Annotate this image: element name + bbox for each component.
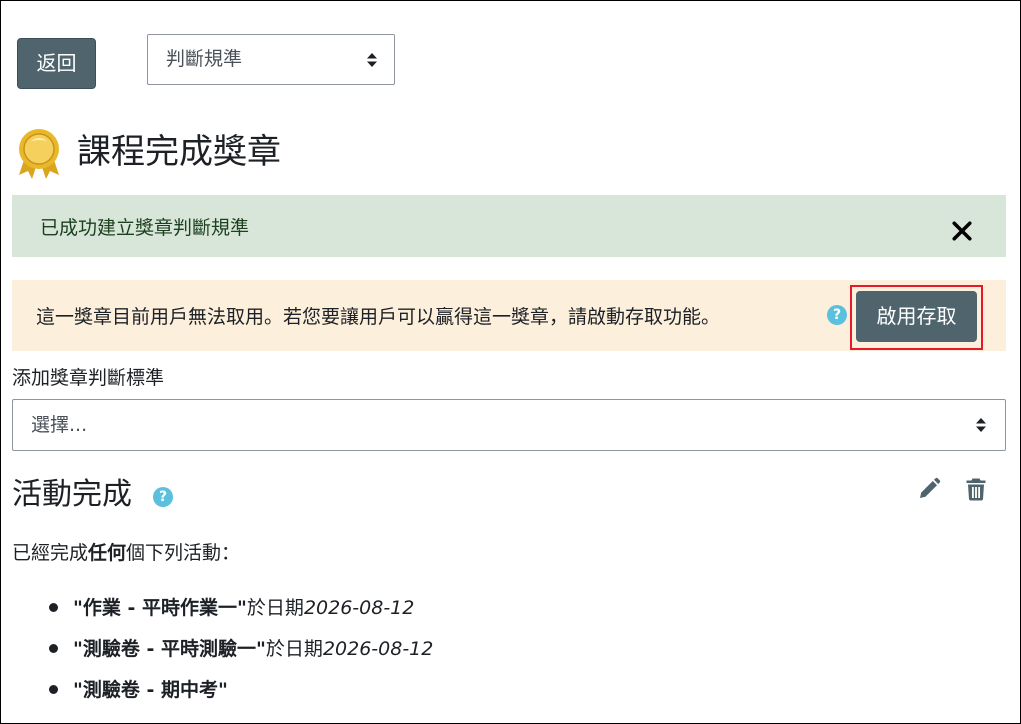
criteria-description: 已經完成任何個下列活動：	[12, 538, 240, 565]
success-alert: 已成功建立獎章判斷規準	[12, 195, 1006, 257]
bullet	[49, 685, 58, 694]
page-frame: 返回 判斷規準 課程完成獎章 已成功建立獎章判斷規準 這一獎章目前用戶無法取用。…	[0, 0, 1021, 724]
activity-date: 2026-08-12	[303, 597, 415, 619]
criteria-select[interactable]: 判斷規準	[147, 34, 395, 85]
activity-name: "作業 - 平時作業一"	[73, 597, 247, 619]
list-item-content: "測驗卷 - 期中考"	[73, 673, 228, 707]
add-criteria-label: 添加獎章判斷標準	[12, 367, 165, 389]
list-item-content: "作業 - 平時作業一"於日期2026-08-12	[73, 591, 414, 625]
desc-emphasis: 任何	[88, 542, 127, 564]
list-item-content: "測驗卷 - 平時測驗一"於日期2026-08-12	[73, 632, 433, 666]
section-title: 活動完成	[12, 477, 132, 512]
trash-icon[interactable]	[965, 477, 987, 501]
warning-alert: 這一獎章目前用戶無法取用。若您要讓用戶可以贏得這一獎章，請啟動存取功能。 ? 啟…	[12, 280, 1006, 351]
date-prefix: 於日期	[265, 638, 323, 660]
desc-prefix: 已經完成	[12, 542, 89, 564]
warning-message: 這一獎章目前用戶無法取用。若您要讓用戶可以贏得這一獎章，請啟動存取功能。	[36, 306, 721, 328]
activity-name: "測驗卷 - 期中考"	[73, 679, 228, 701]
pencil-icon[interactable]	[917, 477, 941, 501]
activity-date: 2026-08-12	[322, 638, 434, 660]
gold-badge-icon	[19, 129, 59, 179]
select-arrows-icon	[367, 53, 377, 67]
back-button[interactable]: 返回	[17, 38, 96, 89]
add-criteria-select-value: 選擇...	[31, 414, 88, 436]
date-prefix: 於日期	[246, 597, 304, 619]
activity-name: "測驗卷 - 平時測驗一"	[73, 638, 266, 660]
bullet	[49, 603, 58, 612]
help-icon[interactable]: ?	[153, 487, 173, 507]
success-message: 已成功建立獎章判斷規準	[40, 217, 250, 239]
desc-suffix: 個下列活動：	[126, 542, 241, 564]
select-arrows-icon	[976, 418, 986, 432]
enable-access-button[interactable]: 啟用存取	[856, 291, 977, 342]
bullet	[49, 644, 58, 653]
add-criteria-select[interactable]: 選擇...	[12, 399, 1006, 451]
criteria-select-value: 判斷規準	[166, 48, 243, 70]
page-title: 課程完成獎章	[77, 132, 281, 172]
help-icon[interactable]: ?	[827, 305, 847, 325]
close-icon[interactable]	[952, 221, 972, 241]
